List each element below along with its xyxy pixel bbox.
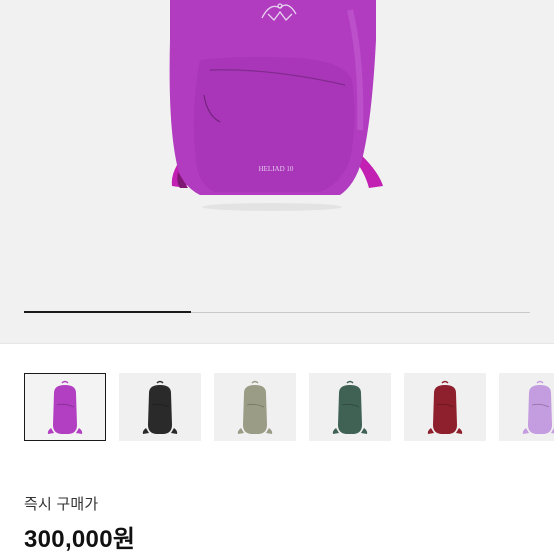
color-thumbnail-list xyxy=(24,373,554,441)
backpack-thumbnail-image xyxy=(522,380,554,434)
image-progress-fill xyxy=(24,311,191,313)
backpack-thumbnail-image xyxy=(142,380,178,434)
instant-buy-price-label: 즉시 구매가 xyxy=(24,496,99,513)
thumbnail-black[interactable] xyxy=(119,373,201,441)
divider xyxy=(0,343,554,344)
backpack-thumbnail-image xyxy=(332,380,368,434)
backpack-thumbnail-image xyxy=(237,380,273,434)
backpack-image: HELIAD 10 xyxy=(169,0,383,211)
backpack-thumbnail-image xyxy=(427,380,463,434)
thumbnail-green[interactable] xyxy=(309,373,391,441)
thumbnail-sage[interactable] xyxy=(214,373,296,441)
product-image-carousel[interactable]: HELIAD 10 xyxy=(0,0,554,343)
thumbnail-purple[interactable] xyxy=(24,373,106,441)
thumbnail-lavender[interactable] xyxy=(499,373,554,441)
bag-model-label: HELIAD 10 xyxy=(259,165,294,173)
thumbnail-burgundy[interactable] xyxy=(404,373,486,441)
instant-buy-price: 300,000원 xyxy=(24,526,136,553)
backpack-thumbnail-image xyxy=(47,380,83,434)
image-progress-bar xyxy=(24,311,530,313)
